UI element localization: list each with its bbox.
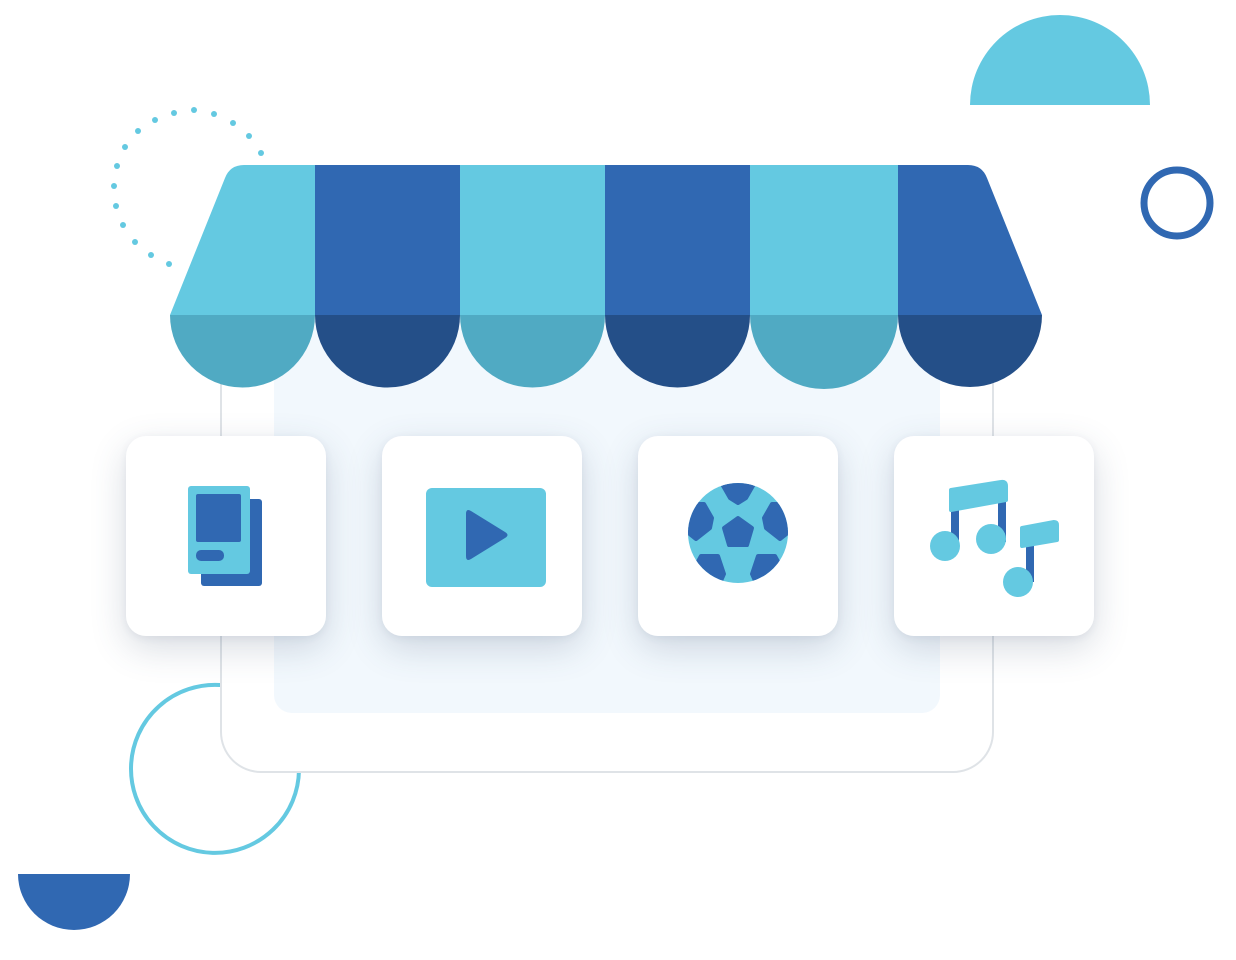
awning-stripe — [750, 165, 898, 315]
blue-ring — [1140, 166, 1214, 240]
awning-stripe — [898, 165, 1042, 315]
awning-stripe — [605, 165, 750, 315]
video-tile[interactable] — [382, 436, 582, 636]
music-notes-icon — [930, 479, 1059, 597]
awning-stripe — [315, 165, 460, 315]
awning-stripe — [460, 165, 605, 315]
sports-tile[interactable] — [638, 436, 838, 636]
music-tile[interactable] — [894, 436, 1094, 636]
soccer-ball-icon — [688, 483, 788, 583]
video-play-icon — [426, 488, 546, 587]
awning-stripe — [170, 165, 315, 315]
books-icon — [188, 486, 262, 586]
blue-semicircle — [18, 874, 130, 930]
light-blue-semicircle — [970, 15, 1150, 105]
books-tile[interactable] — [126, 436, 326, 636]
